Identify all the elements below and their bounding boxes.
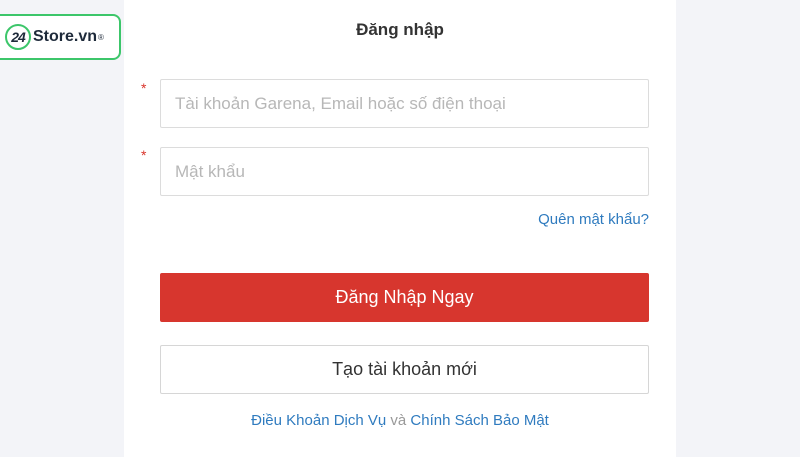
required-mark-password: *: [141, 147, 147, 163]
footer-conjunction: và: [390, 412, 407, 429]
account-input[interactable]: [160, 79, 649, 128]
login-panel: Đăng nhập * * Quên mật khẩu? Đăng Nhập N…: [124, 0, 676, 457]
registered-mark: ®: [98, 32, 104, 42]
password-input[interactable]: [160, 147, 649, 196]
privacy-policy-link[interactable]: Chính Sách Bảo Mật: [410, 412, 548, 429]
store-watermark-logo: 24 Store.vn ®: [0, 14, 121, 60]
login-button[interactable]: Đăng Nhập Ngay: [160, 273, 649, 322]
terms-of-service-link[interactable]: Điều Khoản Dịch Vụ: [251, 412, 386, 429]
footer-links: Điều Khoản Dịch Vụ và Chính Sách Bảo Mật: [124, 412, 676, 429]
forgot-password-link[interactable]: Quên mật khẩu?: [538, 211, 649, 228]
page-title: Đăng nhập: [356, 20, 444, 39]
create-account-button[interactable]: Tạo tài khoản mới: [160, 345, 649, 394]
required-mark-account: *: [141, 80, 147, 96]
watermark-text: Store.vn: [33, 28, 98, 45]
watermark-badge: 24: [5, 24, 31, 50]
